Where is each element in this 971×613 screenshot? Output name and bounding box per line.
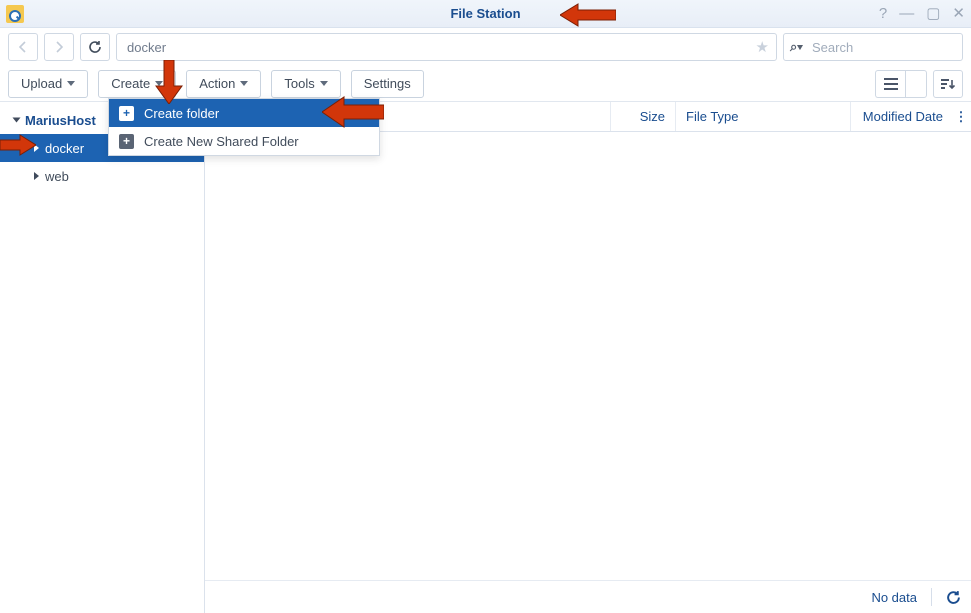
create-button[interactable]: Create (98, 70, 176, 98)
upload-button[interactable]: Upload (8, 70, 88, 98)
list-icon (884, 78, 898, 90)
status-bar: No data (205, 581, 971, 613)
file-panel: Name Size File Type Modified Date ⋮ No d… (205, 102, 971, 613)
column-type[interactable]: File Type (676, 102, 851, 131)
refresh-icon (88, 40, 102, 54)
minimize-icon[interactable]: — (899, 6, 914, 21)
refresh-button[interactable] (80, 33, 110, 61)
window-controls: ? — ▢ ✕ (879, 6, 965, 21)
tools-label: Tools (284, 76, 314, 91)
tree-item-label: web (45, 169, 69, 184)
caret-down-icon (240, 81, 248, 86)
view-mode-dropdown[interactable] (905, 70, 927, 98)
column-modified[interactable]: Modified Date (851, 102, 951, 131)
column-menu-icon[interactable]: ⋮ (951, 102, 971, 131)
navigation-bar: ★ ⌕▾ (0, 28, 971, 66)
app-icon (6, 5, 24, 23)
help-icon[interactable]: ? (879, 6, 887, 21)
expand-icon (34, 144, 39, 152)
caret-down-icon (320, 81, 328, 86)
sort-button[interactable] (933, 70, 963, 98)
plus-icon: + (119, 134, 134, 149)
caret-down-icon (155, 81, 163, 86)
search-wrap: ⌕▾ (783, 33, 963, 61)
menu-label: Create New Shared Folder (144, 134, 299, 149)
search-input[interactable] (783, 33, 963, 61)
expand-icon (34, 172, 39, 180)
tree-item-label: docker (45, 141, 84, 156)
menu-label: Create folder (144, 106, 219, 121)
column-size[interactable]: Size (611, 102, 676, 131)
file-list-area (205, 132, 971, 581)
status-text: No data (871, 590, 917, 605)
maximize-icon[interactable]: ▢ (926, 6, 940, 21)
chevron-left-icon (19, 41, 27, 53)
action-button[interactable]: Action (186, 70, 261, 98)
folder-tree: MariusHost docker web (0, 102, 205, 613)
window-title: File Station (450, 6, 520, 21)
toolbar: Upload Create Action Tools Settings (0, 66, 971, 102)
create-label: Create (111, 76, 150, 91)
window-titlebar: File Station ? — ▢ ✕ (0, 0, 971, 28)
back-button[interactable] (8, 33, 38, 61)
action-label: Action (199, 76, 235, 91)
refresh-icon[interactable] (946, 590, 961, 605)
search-icon: ⌕▾ (790, 39, 803, 55)
separator (931, 588, 932, 606)
settings-button[interactable]: Settings (351, 70, 424, 98)
list-view-button[interactable] (875, 70, 905, 98)
expand-icon (13, 118, 21, 123)
plus-icon: + (119, 106, 134, 121)
upload-label: Upload (21, 76, 62, 91)
chevron-right-icon (55, 41, 63, 53)
tools-button[interactable]: Tools (271, 70, 340, 98)
menu-create-folder[interactable]: + Create folder (109, 99, 379, 127)
tree-root-label: MariusHost (25, 113, 96, 128)
main-area: MariusHost docker web Name Size File Typ… (0, 102, 971, 613)
forward-button[interactable] (44, 33, 74, 61)
tree-item-web[interactable]: web (0, 162, 204, 190)
menu-create-shared-folder[interactable]: + Create New Shared Folder (109, 127, 379, 155)
settings-label: Settings (364, 76, 411, 91)
close-icon[interactable]: ✕ (952, 6, 965, 21)
view-mode-group (875, 70, 927, 98)
sort-icon (941, 77, 955, 91)
toolbar-right (875, 70, 963, 98)
create-dropdown: + Create folder + Create New Shared Fold… (108, 98, 380, 156)
caret-down-icon (67, 81, 75, 86)
path-input-wrap: ★ (116, 33, 777, 61)
path-input[interactable] (116, 33, 777, 61)
